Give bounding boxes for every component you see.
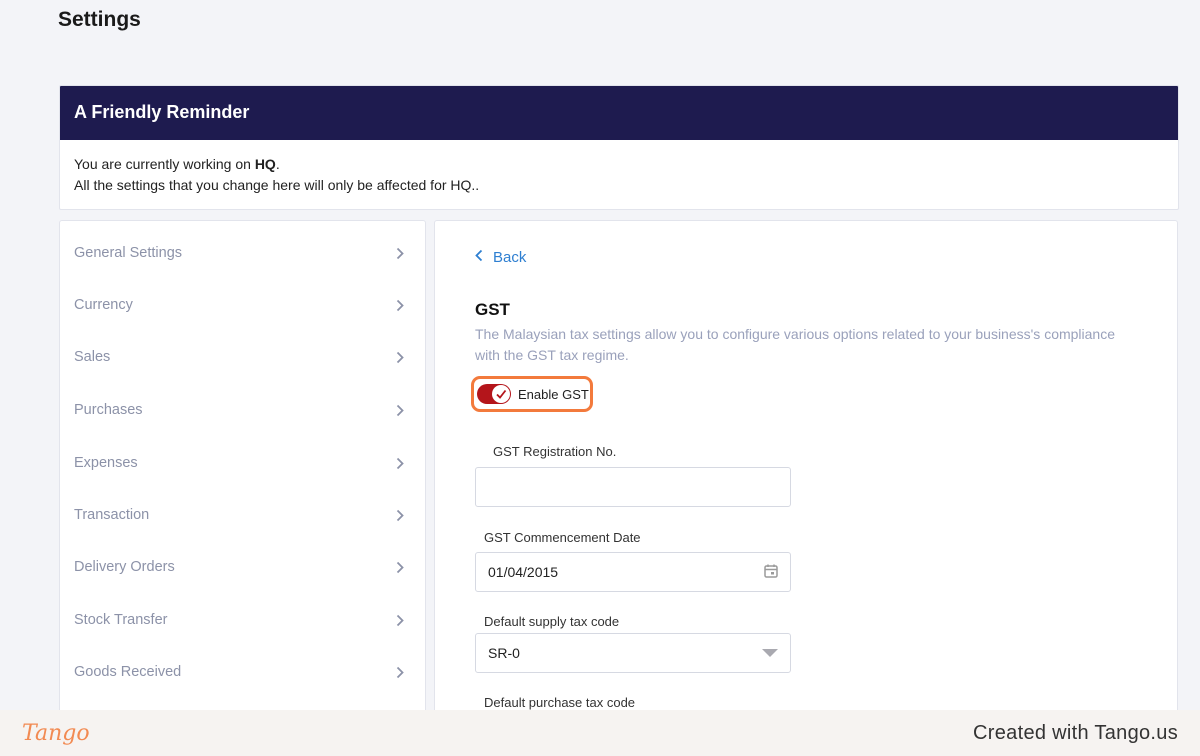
reminder-branch: HQ [254,156,276,172]
gst-settings-panel: Back GST The Malaysian tax settings allo… [434,220,1178,720]
reminder-line-1: You are currently working on HQ. [74,154,1164,175]
reminder-panel: A Friendly Reminder You are currently wo… [59,85,1179,210]
sidebar-item-label: Expenses [74,455,138,471]
page-title: Settings [58,8,141,31]
sidebar-item-label: General Settings [74,245,183,261]
reminder-line-1-prefix: You are currently working on [74,156,255,172]
sidebar-item-expenses[interactable]: Expenses [60,443,425,483]
sidebar-item-label: Sales [74,349,111,365]
reminder-heading: A Friendly Reminder [60,86,1178,140]
created-with-text: Created with Tango.us [973,721,1178,744]
purchase-tax-code-label: Default purchase tax code [484,695,636,710]
chevron-right-icon [395,507,405,523]
settings-sidebar: General Settings Currency Sales Purchase… [59,220,426,720]
sidebar-item-general-settings[interactable]: General Settings [60,233,425,273]
caret-down-icon [762,645,778,661]
gst-commencement-label: GST Commencement Date [484,530,641,545]
reminder-body: You are currently working on HQ. All the… [60,140,1178,209]
sidebar-item-label: Purchases [74,402,143,418]
sidebar-item-label: Currency [74,297,133,313]
gst-registration-input[interactable] [475,467,791,507]
chevron-right-icon [395,612,405,628]
chevron-right-icon [395,297,405,313]
gst-registration-label: GST Registration No. [493,444,617,459]
section-title: GST [475,300,510,319]
tango-logo: Tango [22,720,90,746]
chevron-right-icon [395,402,405,418]
sidebar-item-goods-received[interactable]: Goods Received [60,652,425,692]
enable-gst-label: Enable GST [518,386,589,402]
chevron-right-icon [395,664,405,680]
sidebar-item-purchases[interactable]: Purchases [60,390,425,430]
sidebar-item-sales[interactable]: Sales [60,337,425,377]
sidebar-item-stock-transfer[interactable]: Stock Transfer [60,600,425,640]
supply-tax-code-select[interactable]: SR-0 [475,633,791,673]
gst-commencement-date-input[interactable]: 01/04/2015 [475,552,791,592]
back-label: Back [493,249,527,266]
supply-tax-code-value: SR-0 [488,645,520,661]
calendar-icon[interactable] [764,564,778,581]
sidebar-item-transaction[interactable]: Transaction [60,495,425,535]
supply-tax-code-label: Default supply tax code [484,614,620,629]
chevron-left-icon [475,249,483,266]
chevron-right-icon [395,455,405,471]
settings-page: Settings A Friendly Reminder You are cur… [0,0,1200,756]
chevron-right-icon [395,245,405,261]
chevron-right-icon [395,349,405,365]
sidebar-item-delivery-orders[interactable]: Delivery Orders [60,547,425,587]
back-button[interactable]: Back [475,249,526,266]
sidebar-item-currency[interactable]: Currency [60,285,425,325]
enable-gst-highlight: Enable GST [471,376,593,412]
chevron-right-icon [395,559,405,575]
reminder-line-1-suffix: . [275,156,280,172]
sidebar-item-label: Stock Transfer [74,612,168,628]
sidebar-item-label: Delivery Orders [74,559,175,575]
gst-commencement-date-value: 01/04/2015 [488,564,559,580]
reminder-line-2: All the settings that you change here wi… [74,177,480,193]
sidebar-item-label: Goods Received [74,664,182,680]
enable-gst-toggle[interactable] [477,384,511,404]
sidebar-item-label: Transaction [74,507,150,523]
check-icon [492,385,510,403]
section-description: The Malaysian tax settings allow you to … [475,326,1116,363]
tango-footer: Tango Created with Tango.us [0,710,1200,756]
